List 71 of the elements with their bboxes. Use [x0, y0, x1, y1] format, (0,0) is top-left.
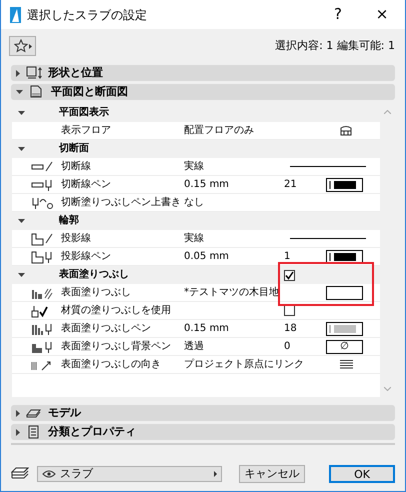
property-label: 表面塗りつぶしペン [61, 323, 151, 334]
pen-number: 1 [284, 250, 292, 264]
fill-swatch[interactable] [326, 286, 363, 300]
cancel-button[interactable]: キャンセル [239, 465, 305, 483]
section-header[interactable]: 分類とプロパティ [11, 424, 395, 440]
property-label: 投影線ペン [61, 251, 111, 262]
close-button[interactable]: × [367, 3, 397, 26]
cut-line-icon [31, 160, 53, 174]
help-button[interactable]: ? [323, 3, 353, 26]
line-sample-icon [290, 237, 366, 240]
collapse-caret-icon [16, 90, 23, 94]
transparent-pen-swatch[interactable]: ∅ [326, 340, 363, 354]
shape-icon [26, 66, 42, 80]
scroll-up-icon [384, 110, 391, 114]
checkbox[interactable] [284, 305, 295, 316]
property-label: 表面塗りつぶしの向き [61, 359, 161, 370]
cut-pen-icon [31, 178, 53, 192]
fill-pen-icon [31, 322, 53, 336]
property-value: 実線 [184, 233, 204, 244]
window-title: 選択したスラブの設定 [27, 6, 148, 24]
hatch-icon [340, 360, 352, 369]
property-value: 透過 [184, 341, 204, 352]
selection-summary: 選択内容: 1 編集可能: 1 [275, 38, 395, 54]
favorites-button[interactable] [9, 36, 36, 56]
property-value: プロジェクト原点にリンク [184, 359, 304, 370]
pen-number: 0 [284, 340, 292, 354]
expand-caret-icon [16, 428, 20, 436]
pen-swatch[interactable] [326, 250, 363, 264]
floor-icon [340, 125, 352, 136]
section-header[interactable]: 形状と位置 [11, 65, 395, 81]
group-header: 切断面 [59, 142, 90, 156]
pen-number: 18 [284, 322, 298, 336]
property-label: 表示フロア [61, 125, 111, 136]
layer-dropdown[interactable]: スラブ [37, 466, 222, 482]
checkbox[interactable] [284, 270, 295, 280]
background-pen-icon [31, 340, 53, 354]
pen-number: 21 [284, 178, 298, 192]
property-value: 配置フロアのみ [184, 125, 254, 136]
pen-override-icon [31, 196, 53, 210]
property-label: 材質の塗りつぶしを使用 [61, 305, 171, 316]
app-icon [9, 6, 21, 22]
property-value: 0.15 mm [184, 323, 229, 334]
property-label: 表面塗りつぶし [61, 287, 131, 298]
star-icon [14, 39, 28, 53]
group-header: 平面図表示 [59, 106, 110, 120]
property-value: 0.05 mm [184, 251, 229, 262]
expand-caret-icon [16, 70, 20, 76]
property-label: 切断塗りつぶしペン上書き [61, 197, 181, 208]
line-sample-icon [290, 165, 366, 168]
pen-swatch[interactable] [326, 322, 363, 336]
group-header: 表面塗りつぶし [59, 268, 130, 282]
property-label: 切断線ペン [61, 179, 111, 190]
caret-icon [28, 44, 32, 48]
section-header[interactable]: モデル [11, 405, 395, 421]
scroll-down-icon [384, 387, 391, 391]
property-value: 実線 [184, 161, 204, 172]
expand-caret-icon [16, 410, 20, 416]
property-value: なし [184, 197, 204, 208]
property-label: 表面塗りつぶし背景ペン [61, 341, 171, 352]
property-label: 切断線 [61, 161, 91, 172]
ok-button[interactable]: OK [329, 465, 395, 483]
layers-icon [11, 467, 29, 481]
property-label: 投影線 [61, 233, 91, 244]
projected-line-icon [31, 232, 53, 246]
dropdown-caret-icon [214, 471, 217, 477]
eye-icon [42, 470, 56, 478]
pen-swatch[interactable] [326, 178, 363, 192]
projected-pen-icon [31, 250, 53, 264]
group-header: 輪郭 [59, 214, 80, 228]
property-value: 0.15 mm [184, 179, 229, 190]
section-header[interactable]: 平面図と断面図 [11, 84, 395, 100]
